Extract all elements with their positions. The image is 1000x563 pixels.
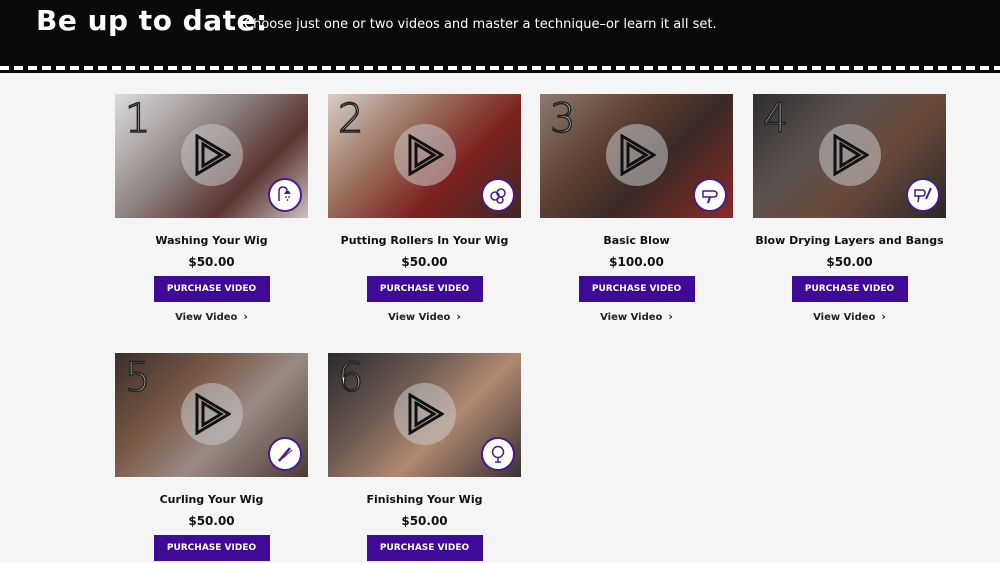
video-thumbnail[interactable]: 1: [115, 94, 308, 218]
video-number: 5: [124, 354, 151, 402]
video-price: $50.00: [188, 255, 235, 269]
page-subtitle: Choose just one or two videos and master…: [244, 17, 717, 32]
curling-iron-icon: [268, 437, 302, 471]
dashed-divider: [0, 64, 1000, 73]
purchase-video-button[interactable]: PURCHASE VIDEO: [366, 535, 483, 561]
video-thumbnail[interactable]: 6: [328, 353, 521, 477]
video-price: $50.00: [401, 255, 448, 269]
chevron-right-icon: ›: [668, 310, 673, 323]
purchase-video-button[interactable]: PURCHASE VIDEO: [153, 535, 270, 561]
video-card-5: 5 Curling Your Wig $50.00 PURCHASE VIDEO: [115, 353, 308, 561]
video-thumbnail[interactable]: 5: [115, 353, 308, 477]
video-card-3: 3 Basic Blow $100.00 PURCHASE VIDEO View…: [540, 94, 733, 323]
view-video-link[interactable]: View Video ›: [540, 310, 733, 323]
play-icon[interactable]: [181, 124, 243, 186]
video-number: 3: [549, 95, 576, 143]
view-video-link[interactable]: View Video ›: [753, 310, 946, 323]
play-icon[interactable]: [394, 383, 456, 445]
video-card-6: 6 Finishing Your Wig $50.00 PURCHASE VID…: [328, 353, 521, 561]
view-video-link[interactable]: View Video ›: [115, 310, 308, 323]
view-video-link[interactable]: View Video ›: [328, 310, 521, 323]
video-number: 1: [124, 95, 151, 143]
chevron-right-icon: ›: [456, 310, 461, 323]
video-price: $50.00: [401, 514, 448, 528]
play-icon[interactable]: [819, 124, 881, 186]
video-number: 6: [337, 354, 364, 402]
purchase-video-button[interactable]: PURCHASE VIDEO: [791, 276, 908, 302]
play-icon[interactable]: [181, 383, 243, 445]
video-title: Basic Blow: [603, 234, 670, 247]
video-title: Finishing Your Wig: [366, 493, 483, 506]
view-video-label: View Video: [813, 312, 876, 323]
video-title: Curling Your Wig: [159, 493, 264, 506]
video-title: Washing Your Wig: [155, 234, 268, 247]
video-number: 2: [337, 95, 364, 143]
purchase-video-button[interactable]: PURCHASE VIDEO: [153, 276, 270, 302]
video-thumbnail[interactable]: 3: [540, 94, 733, 218]
purchase-video-button[interactable]: PURCHASE VIDEO: [578, 276, 695, 302]
chevron-right-icon: ›: [243, 310, 248, 323]
purchase-video-button[interactable]: PURCHASE VIDEO: [366, 276, 483, 302]
video-thumbnail[interactable]: 4: [753, 94, 946, 218]
play-icon[interactable]: [394, 124, 456, 186]
video-number: 4: [762, 95, 789, 143]
video-card-2: 2 Putting Rollers In Your Wig $50.00 PUR…: [328, 94, 521, 323]
video-title: Putting Rollers In Your Wig: [340, 234, 509, 247]
hair-dryer-icon: [693, 178, 727, 212]
video-title: Blow Drying Layers and Bangs: [755, 234, 944, 247]
video-price: $50.00: [188, 514, 235, 528]
play-icon[interactable]: [606, 124, 668, 186]
video-price: $100.00: [609, 255, 664, 269]
view-video-label: View Video: [175, 312, 238, 323]
view-video-label: View Video: [600, 312, 663, 323]
video-price: $50.00: [826, 255, 873, 269]
video-card-1: 1 Washing Your Wig $50.00 PURCHASE VIDEO…: [115, 94, 308, 323]
shower-icon: [268, 178, 302, 212]
rollers-icon: [481, 178, 515, 212]
brush-dryer-icon: [906, 178, 940, 212]
mirror-icon: [481, 437, 515, 471]
chevron-right-icon: ›: [881, 310, 886, 323]
video-thumbnail[interactable]: 2: [328, 94, 521, 218]
page-title: Be up to date:: [36, 4, 268, 37]
header-bar: Be up to date: Choose just one or two vi…: [0, 0, 1000, 66]
view-video-label: View Video: [388, 312, 451, 323]
video-card-4: 4 Blow Drying Layers and Bangs $50.00 PU…: [753, 94, 946, 323]
